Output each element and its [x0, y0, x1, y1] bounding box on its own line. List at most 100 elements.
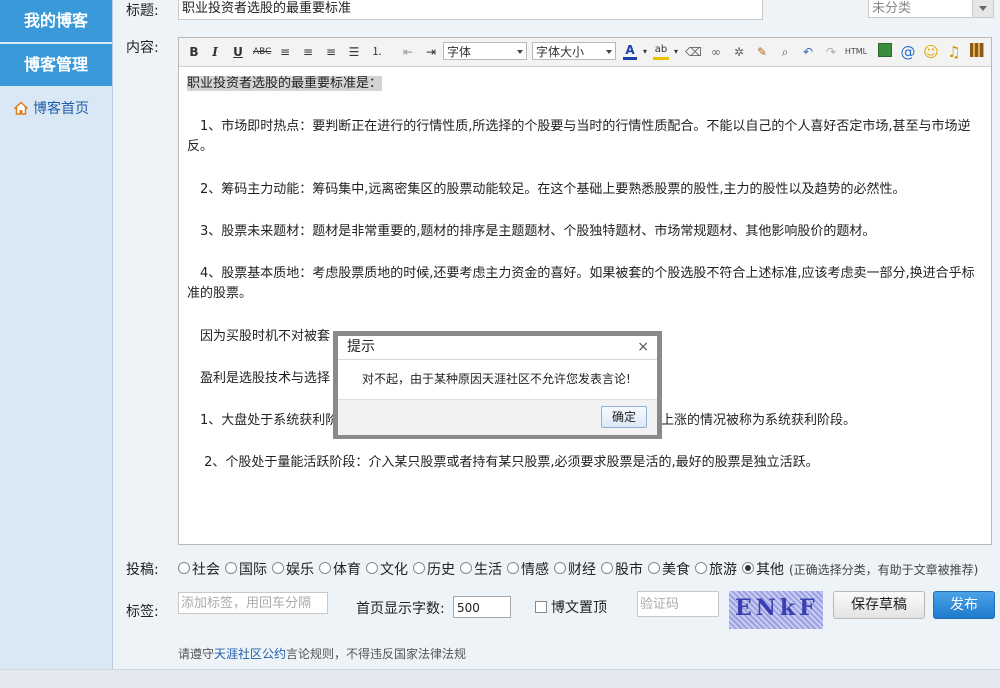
- radio-button[interactable]: [507, 562, 519, 574]
- align-left-icon[interactable]: ≡: [277, 43, 293, 61]
- radio-button[interactable]: [695, 562, 707, 574]
- close-icon[interactable]: ×: [637, 336, 649, 359]
- radio-label: 美食: [662, 562, 690, 578]
- publish-button[interactable]: 发布: [933, 591, 995, 619]
- align-right-icon[interactable]: ≡: [323, 43, 339, 61]
- video-icon[interactable]: [969, 43, 985, 61]
- save-draft-button[interactable]: 保存草稿: [833, 591, 925, 619]
- category-radio-option[interactable]: 社会: [178, 562, 220, 578]
- radio-button[interactable]: [319, 562, 331, 574]
- editor-toolbar: B I U ABC ≡ ≡ ≡ ☰ ⒈ ⇤ ⇥ 字体 字体大小 A ▾ ab ▾…: [179, 38, 991, 67]
- radio-label: 生活: [474, 562, 502, 578]
- align-center-icon[interactable]: ≡: [300, 43, 316, 61]
- category-select[interactable]: 未分类: [868, 0, 994, 18]
- home-chars-input[interactable]: 500: [453, 596, 511, 618]
- html-source-button[interactable]: HTML: [843, 43, 869, 61]
- sidebar-my-blog-button[interactable]: 我的博客: [0, 0, 112, 44]
- bottom-bar: [0, 669, 1000, 688]
- chevron-down-icon[interactable]: ▾: [642, 43, 648, 61]
- link-icon[interactable]: ∞: [708, 43, 724, 61]
- radio-button[interactable]: [413, 562, 425, 574]
- content-paragraph: 4、股票基本质地：考虑股票质地的时候,还要考虑主力资金的喜好。如果被套的个股选股…: [187, 266, 975, 301]
- image-icon[interactable]: [877, 43, 893, 61]
- radio-label: 股市: [615, 562, 643, 578]
- radio-label: 娱乐: [286, 562, 314, 578]
- radio-label: 旅游: [709, 562, 737, 578]
- category-radio-option[interactable]: 国际: [225, 562, 267, 578]
- radio-label: 其他: [756, 562, 784, 578]
- redo-icon[interactable]: ↷: [823, 43, 839, 61]
- category-radio-option[interactable]: 财经: [554, 562, 596, 578]
- radio-label: 情感: [521, 562, 549, 578]
- radio-button[interactable]: [178, 562, 190, 574]
- home-icon: [14, 101, 28, 115]
- category-radio-option[interactable]: 历史: [413, 562, 455, 578]
- rich-text-editor[interactable]: B I U ABC ≡ ≡ ≡ ☰ ⒈ ⇤ ⇥ 字体 字体大小 A ▾ ab ▾…: [178, 37, 992, 545]
- category-radio-option[interactable]: 娱乐: [272, 562, 314, 578]
- tags-input[interactable]: 添加标签，用回车分隔: [178, 592, 328, 614]
- highlight-color-icon[interactable]: ab: [653, 43, 669, 60]
- category-radio-option[interactable]: 其他: [742, 562, 784, 578]
- radio-label: 体育: [333, 562, 361, 578]
- font-family-select[interactable]: 字体: [443, 42, 527, 60]
- outdent-icon[interactable]: ⇤: [400, 43, 416, 61]
- font-size-select[interactable]: 字体大小: [532, 42, 616, 60]
- radio-button[interactable]: [460, 562, 472, 574]
- strikethrough-icon[interactable]: ABC: [253, 43, 271, 61]
- captcha-input[interactable]: 验证码: [637, 591, 719, 617]
- category-radio-option[interactable]: 股市: [601, 562, 643, 578]
- category-radio-option[interactable]: 体育: [319, 562, 361, 578]
- dialog-frame: 提示 × 对不起，由于某种原因天涯社区不允许您发表言论! 确定: [333, 331, 662, 439]
- radio-button[interactable]: [272, 562, 284, 574]
- font-color-icon[interactable]: A: [623, 43, 637, 60]
- italic-icon[interactable]: I: [208, 43, 222, 61]
- pin-label: 博文置顶: [551, 600, 607, 616]
- underline-icon[interactable]: U: [231, 43, 245, 61]
- radio-label: 文化: [380, 562, 408, 578]
- tags-label: 标签:: [126, 604, 159, 620]
- bold-icon[interactable]: B: [187, 43, 201, 61]
- search-icon[interactable]: ⌕: [777, 43, 793, 61]
- title-input[interactable]: 职业投资者选股的最重要标准: [178, 0, 763, 20]
- category-radio-option[interactable]: 文化: [366, 562, 408, 578]
- bullet-list-icon[interactable]: ☰: [346, 43, 362, 61]
- radio-button[interactable]: [648, 562, 660, 574]
- indent-icon[interactable]: ⇥: [423, 43, 439, 61]
- dialog-title: 提示: [347, 339, 375, 355]
- radio-button[interactable]: [601, 562, 613, 574]
- numbered-list-icon[interactable]: ⒈: [369, 43, 385, 61]
- edit-icon[interactable]: ✎: [754, 43, 770, 61]
- radio-label: 社会: [192, 562, 220, 578]
- title-label: 标题:: [126, 3, 159, 19]
- radio-button[interactable]: [366, 562, 378, 574]
- captcha-image[interactable]: ENkF: [729, 591, 823, 629]
- sidebar-blog-home-link[interactable]: 博客首页: [14, 98, 89, 118]
- category-radio-group: 社会 国际 娱乐 体育 文化 历史 生活 情感 财经 股市 美食 旅游 其他 (正确选择分类，有助于文章被…: [178, 559, 978, 579]
- dialog-header: 提示 ×: [338, 336, 657, 360]
- undo-icon[interactable]: ↶: [800, 43, 816, 61]
- pin-checkbox[interactable]: [535, 601, 547, 613]
- community-rules-link[interactable]: 天涯社区公约: [214, 647, 286, 661]
- radio-label: 历史: [427, 562, 455, 578]
- category-radio-option[interactable]: 生活: [460, 562, 502, 578]
- alert-dialog: 提示 × 对不起，由于某种原因天涯社区不允许您发表言论! 确定: [338, 336, 657, 435]
- unlink-icon[interactable]: ✲: [731, 43, 747, 61]
- eraser-icon[interactable]: ⌫: [685, 43, 702, 61]
- radio-button[interactable]: [554, 562, 566, 574]
- category-radio-option[interactable]: 旅游: [695, 562, 737, 578]
- mention-icon[interactable]: @: [900, 43, 916, 61]
- ok-button[interactable]: 确定: [601, 406, 647, 428]
- content-paragraph: 1、市场即时热点：要判断正在进行的行情性质,所选择的个股要与当时的行情性质配合。…: [187, 119, 971, 154]
- emoji-icon[interactable]: ☺: [923, 43, 939, 61]
- radio-button[interactable]: [225, 562, 237, 574]
- radio-button[interactable]: [742, 562, 754, 574]
- content-paragraph: 3、股票未来题材：题材是非常重要的,题材的排序是主题题材、个股独特题材、市场常规…: [187, 224, 876, 239]
- home-chars-label: 首页显示字数:: [356, 601, 445, 617]
- sidebar-blog-manage-button[interactable]: 博客管理: [0, 44, 112, 88]
- music-icon[interactable]: ♫: [946, 43, 962, 61]
- category-radio-option[interactable]: 情感: [507, 562, 549, 578]
- category-select-value: 未分类: [872, 1, 912, 16]
- category-radio-option[interactable]: 美食: [648, 562, 690, 578]
- category-hint: (正确选择分类，有助于文章被推荐): [789, 563, 979, 577]
- chevron-down-icon[interactable]: ▾: [673, 43, 679, 61]
